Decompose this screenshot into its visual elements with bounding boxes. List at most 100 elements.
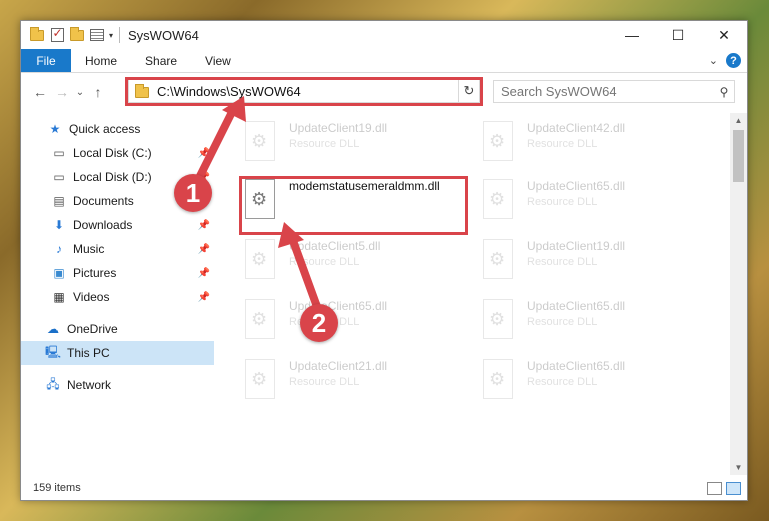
file-description: Resource DLL [527,256,598,268]
file-highlight-box [239,176,468,235]
back-arrow-icon[interactable]: ← [29,84,51,100]
sidebar-item-network[interactable]: 🖧 Network [21,373,214,397]
star-icon: ★ [49,122,61,136]
sidebar-item-music[interactable]: ♪ Music 📌 [21,237,214,261]
dll-file-icon: ⚙ [479,237,519,283]
status-bar: 159 items [21,476,747,500]
minimize-button[interactable]: — [609,21,655,49]
tab-view[interactable]: View [191,49,245,72]
search-input[interactable] [494,84,714,99]
sidebar-item-this-pc[interactable]: 🖳 This PC [21,341,214,365]
properties-icon[interactable] [89,27,105,43]
forward-arrow-icon[interactable]: → [51,84,73,100]
sidebar-item-local-disk-c[interactable]: ▭ Local Disk (C:) 📌 [21,141,214,165]
file-description: Resource DLL [289,376,360,388]
file-item[interactable]: ⚙ UpdateClient21.dll Resource DLL [241,357,461,409]
file-description: Resource DLL [289,256,360,268]
sidebar-item-label: Local Disk (D:) [73,170,152,184]
tab-share[interactable]: Share [131,49,191,72]
title-separator [119,27,121,43]
sidebar-item-videos[interactable]: ▦ Videos 📌 [21,285,214,309]
file-description: Resource DLL [527,138,598,150]
tab-file[interactable]: File [21,49,71,72]
chevron-down-icon[interactable]: ⌄ [709,54,718,67]
file-name: UpdateClient65.dll [527,299,626,313]
dll-file-icon: ⚙ [479,297,519,343]
navigation-bar: ← → ⌄ ↑ C:\Windows\SysWOW64 ⌄ ↻ ⚲ [21,77,747,107]
documents-icon: ▤ [53,194,65,208]
sidebar-item-onedrive[interactable]: ☁ OneDrive [21,317,214,341]
scroll-up-icon[interactable]: ▲ [730,113,747,128]
download-icon: ⬇ [53,218,65,232]
properties-check-icon[interactable] [49,26,65,43]
file-description: Resource DLL [527,316,598,328]
details-view-icon[interactable] [707,482,722,495]
folder-icon[interactable] [29,26,45,43]
large-icons-view-icon[interactable] [726,482,741,495]
close-button[interactable]: ✕ [701,21,747,49]
sidebar-item-label: Pictures [73,266,117,280]
sidebar-item-downloads[interactable]: ⬇ Downloads 📌 [21,213,214,237]
sidebar-item-label: Music [73,242,105,256]
videos-icon: ▦ [53,290,65,304]
sidebar-item-label: Documents [73,194,134,208]
quick-access-toolbar: ▾ [29,26,113,43]
window-title: SysWOW64 [128,27,199,43]
file-item[interactable]: ⚙ UpdateClient42.dll Resource DLL [479,119,699,171]
pin-icon[interactable]: 📌 [198,244,210,255]
sidebar-item-label: Network [67,378,112,392]
drive-icon: ▭ [53,146,65,160]
ribbon-tabs: File Home Share View ⌄ ? [21,49,747,73]
search-icon[interactable]: ⚲ [714,85,734,99]
item-count: 159 items [33,482,81,494]
maximize-button[interactable]: ☐ [655,21,701,49]
dll-file-icon: ⚙ [241,119,281,165]
file-description: Resource DLL [527,376,598,388]
file-item[interactable]: ⚙ UpdateClient65.dll Resource DLL [479,177,699,229]
file-item[interactable]: ⚙ UpdateClient65.dll Resource DLL [479,297,699,349]
file-item[interactable]: ⚙ UpdateClient65.dll Resource DLL [479,357,699,409]
file-item[interactable]: ⚙ UpdateClient19.dll Resource DLL [241,119,461,171]
sidebar-item-quick-access[interactable]: ★ Quick access [21,117,214,141]
up-arrow-icon[interactable]: ↑ [87,84,109,100]
new-folder-icon[interactable] [69,26,85,43]
step-marker-2: 2 [300,304,338,342]
sidebar-item-pictures[interactable]: ▣ Pictures 📌 [21,261,214,285]
pin-icon[interactable]: 📌 [198,268,210,279]
sidebar-item-label: Downloads [73,218,133,232]
file-item[interactable]: ⚙ UpdateClient65.dllResource DLL [241,297,461,349]
scrollbar-thumb[interactable] [733,130,744,182]
file-name: UpdateClient65.dll [527,359,626,373]
file-name: UpdateClient65.dll [527,179,626,193]
vertical-scrollbar[interactable]: ▲ ▼ [730,113,747,475]
tab-home[interactable]: Home [71,49,131,72]
file-description: Resource DLL [527,196,598,208]
dll-file-icon: ⚙ [479,357,519,403]
pin-icon[interactable]: 📌 [198,220,210,231]
step-marker-1: 1 [174,174,212,212]
address-highlight-box [125,77,483,106]
explorer-window: ▾ SysWOW64 — ☐ ✕ File Home Share View ⌄ … [20,20,748,501]
help-icon[interactable]: ? [726,53,741,68]
pin-icon[interactable]: 📌 [198,148,210,159]
scroll-down-icon[interactable]: ▼ [730,460,747,475]
file-item[interactable]: ⚙ UpdateClient5.dll Resource DLL [241,237,461,289]
sidebar-item-label: Local Disk (C:) [73,146,152,160]
network-icon: 🖧 [46,376,60,391]
recent-locations-icon[interactable]: ⌄ [73,87,87,98]
pin-icon[interactable]: 📌 [198,292,210,303]
title-bar: ▾ SysWOW64 — ☐ ✕ [21,21,747,49]
customize-toolbar-dropdown-icon[interactable]: ▾ [109,31,113,40]
file-description: Resource DLL [289,138,360,150]
file-item[interactable]: ⚙ UpdateClient19.dll Resource DLL [479,237,699,289]
drive-icon: ▭ [53,170,65,184]
dll-file-icon: ⚙ [479,177,519,223]
view-switcher [707,482,741,495]
pictures-icon: ▣ [53,266,65,280]
music-icon: ♪ [56,242,62,256]
file-name: UpdateClient5.dll [289,239,381,253]
sidebar-item-label: Quick access [69,122,141,136]
dll-file-icon: ⚙ [479,119,519,165]
sidebar-item-label: OneDrive [67,322,118,336]
search-box[interactable]: ⚲ [493,80,735,103]
